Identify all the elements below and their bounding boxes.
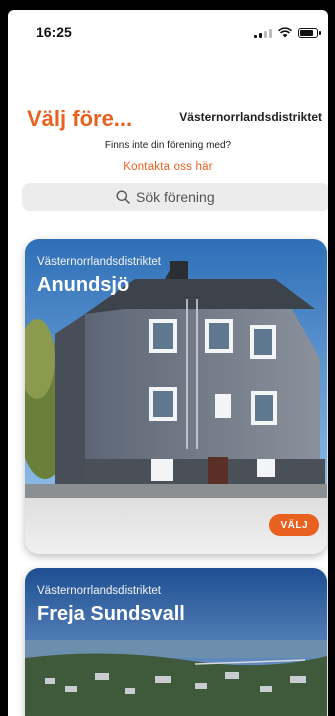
district-dropdown-value: Västernorrlandsdistriktet (179, 110, 322, 124)
battery-icon (298, 28, 321, 38)
chevron-down-icon: ▼ (326, 113, 328, 122)
header: Välj före... Västernorrlandsdistriktet ▼ (8, 106, 328, 136)
signal-icon (254, 28, 272, 38)
card-club-name: Anundsjö (37, 274, 130, 296)
district-dropdown[interactable]: Västernorrlandsdistriktet ▼ (179, 110, 328, 124)
club-card[interactable]: Västernorrlandsdistriktet Freja Sundsval… (25, 568, 327, 716)
card-district: Västernorrlandsdistriktet (37, 585, 161, 597)
status-icons (254, 27, 321, 38)
search-icon (116, 190, 130, 204)
page-title: Välj före... (27, 106, 133, 131)
card-club-name: Freja Sundsvall (37, 603, 185, 625)
club-card[interactable]: Västernorrlandsdistriktet Anundsjö VÄLJ (25, 239, 327, 554)
choose-button[interactable]: VÄLJ (269, 514, 319, 536)
wifi-icon (278, 27, 292, 38)
app-screen: 16:25 Välj före... Västernorrlandsdistri… (8, 10, 328, 716)
card-district: Västernorrlandsdistriktet (37, 256, 161, 268)
status-time: 16:25 (36, 24, 72, 40)
status-bar: 16:25 (8, 10, 328, 54)
missing-club-text: Finns inte din förening med? (104, 140, 232, 151)
search-bar[interactable] (22, 183, 328, 211)
contact-link[interactable]: Kontakta oss här (8, 161, 328, 173)
search-input[interactable] (136, 189, 236, 205)
